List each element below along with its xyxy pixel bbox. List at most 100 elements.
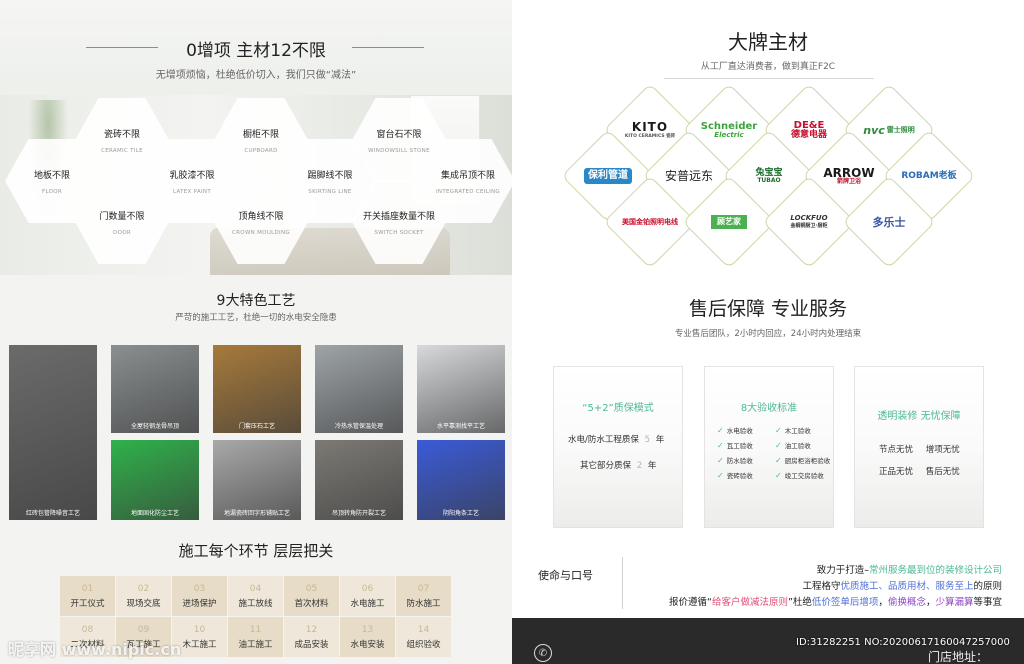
step-item: 04 施工放线: [228, 576, 283, 616]
panel-brands: 大牌主材 从工厂直达消费者，做到真正F2C KITO KITO CERAMICS…: [512, 0, 1024, 275]
mission-text: ，: [878, 597, 888, 608]
step-item: 07 防水施工: [396, 576, 451, 616]
check-icon: ✓: [775, 426, 782, 435]
warranty-unit: 年: [647, 461, 657, 471]
craft-caption: 全屋轻钢龙骨吊顶: [130, 423, 179, 430]
mission-line-3: 报价遵循“给客户做减法原则”杜绝低价签单后增项，偷换概念，少算漏算等事宜: [669, 594, 1002, 608]
craft-caption: 地漏瓷砖回字形铺贴工艺: [223, 510, 290, 517]
panel-subtitle: 专业售后团队，2小时内回应，24小时内处理结束: [674, 329, 862, 339]
mission-highlight: 给客户做减法原则: [711, 597, 788, 608]
watermark-id: ID:31282251 NO:20200617160047257000: [796, 637, 1010, 648]
acceptance-label: 瓷砖验收: [726, 472, 753, 480]
guarantee-item: 售后无忧: [925, 467, 960, 477]
brand-logo-baoli: 保利管道: [563, 161, 653, 191]
warranty-unit: 年: [655, 435, 665, 445]
brand-logo-nvc: nvc 雷士照明: [844, 115, 934, 145]
hex-label: 橱柜不限: [242, 129, 279, 140]
brand-sub: 金榈铜厨卫·厨柜: [790, 223, 828, 229]
brand-logo-anpu: 安普远东: [644, 161, 734, 191]
craft-photo: 吊顶转角防开裂工艺: [315, 440, 403, 520]
mission-text: 等事宜: [973, 597, 1002, 608]
card-title: 8大验收标准: [740, 403, 798, 414]
hex-en-label: FLOOR: [41, 188, 62, 195]
brand-name: 多乐士: [872, 215, 906, 229]
brand-name: 美国金铂照明电线: [622, 217, 678, 226]
panel-title: 售后保障 专业服务: [688, 298, 848, 320]
hex-label: 地板不限: [33, 170, 70, 181]
hex-label: 踢脚线不限: [307, 170, 353, 181]
acceptance-item: ✓ 木工验收: [775, 425, 811, 435]
check-icon: ✓: [775, 471, 782, 480]
acceptance-label: 水电验收: [726, 427, 753, 435]
check-icon: ✓: [775, 456, 782, 465]
acceptance-label: 厨房柜浴柜验收: [784, 457, 831, 465]
hex-label: 集成吊顶不限: [440, 170, 495, 181]
mission-text: ”杜绝: [787, 597, 812, 608]
step-number: 01: [81, 583, 94, 594]
craft-caption: 水平靠测找平工艺: [436, 423, 485, 430]
step-label: 成品安装: [294, 639, 329, 650]
brand-logo-dee: DE&E 德意电器: [764, 115, 854, 145]
mission-text: 工程格守: [802, 581, 841, 592]
step-label: 进场保护: [182, 598, 217, 609]
brand-sub: Electric: [714, 130, 744, 139]
brand-name: LOCKFUO: [790, 214, 828, 222]
acceptance-item: ✓ 厨房柜浴柜验收: [775, 455, 830, 465]
brand-name: Schneider: [700, 120, 758, 132]
warranty-label: 其它部分质保: [580, 461, 632, 471]
brand-name: 安普远东: [664, 169, 713, 183]
panel-title: 0增项 主材12不限: [186, 41, 326, 61]
mission-highlight: 少算漏算: [935, 597, 974, 608]
step-number: 06: [361, 583, 374, 594]
guarantee-row: 正品无忧 售后无忧: [879, 465, 960, 477]
panel-zero-extras: 0增项 主材12不限 无增项烦恼，杜绝低价切入，我们只做“减法” 地板不限 FL…: [0, 0, 512, 275]
mission-text: 报价遵循“: [669, 597, 712, 608]
mission-highlight: 常州服务最到位的装修设计公司: [868, 565, 1002, 576]
warranty-row-1: 水电/防水工程质保 5 年: [568, 433, 664, 445]
craft-photo: 地面固化防尘工艺: [111, 440, 199, 520]
step-item: 05 首次材料: [284, 576, 339, 616]
brand-logo-tubao: 兔宝宝 TUBAO: [724, 161, 814, 191]
subtitle-rule: [664, 78, 874, 79]
mission-highlight: 优质施工、品质用材、服务至上: [840, 581, 974, 592]
step-label: 首次材料: [294, 598, 329, 609]
acceptance-item: ✓ 防水验收: [717, 455, 753, 465]
craft-photo: 阴阳角条工艺: [417, 440, 505, 520]
acceptance-item: ✓ 竣工交房验收: [775, 470, 824, 480]
step-number: 10: [193, 624, 206, 635]
hex-label: 顶角线不限: [238, 211, 284, 222]
step-number: 13: [361, 624, 374, 635]
guarantee-item: 节点无忧: [879, 445, 914, 455]
step-label: 水电施工: [350, 598, 385, 609]
hex-en-label: CROWN MOULDING: [232, 229, 290, 236]
craft-caption: 地面固化防尘工艺: [130, 510, 179, 517]
brand-sub: 德意电器: [790, 129, 827, 140]
warranty-label: 水电/防水工程质保: [568, 435, 639, 445]
step-label: 木工施工: [182, 639, 217, 650]
brand-logo-dulux: 多乐士: [844, 207, 934, 237]
step-number: 04: [249, 583, 262, 594]
panel-nine-crafts: 9大特色工艺 严苛的施工工艺，杜绝一切的水电安全隐患 红砖包管降噪音工艺 全屋轻钢…: [0, 275, 512, 527]
step-label: 防水施工: [406, 598, 441, 609]
hex-label: 乳胶漆不限: [169, 170, 215, 181]
hex-label: 窗台石不限: [376, 129, 422, 140]
hex-label: 开关插座数量不限: [362, 211, 435, 222]
step-label: 现场交底: [126, 598, 161, 609]
brand-sub: KITO CERAMICS 瓷砖: [624, 133, 676, 139]
craft-photo: 门套压石工艺: [213, 345, 301, 433]
brand-logo-lockfuo: LOCKFUO 金榈铜厨卫·厨柜: [764, 207, 854, 237]
step-item: 01 开工仪式: [60, 576, 115, 616]
panel-title: 施工每个环节 层层把关: [178, 542, 334, 560]
step-label: 开工仪式: [70, 598, 105, 609]
craft-photo: 地漏瓷砖回字形铺贴工艺: [213, 440, 301, 520]
craft-caption: 阴阳角条工艺: [442, 510, 479, 517]
brand-name: nvc: [863, 123, 885, 137]
mission-divider: [622, 557, 623, 609]
step-number: 11: [249, 624, 262, 635]
step-label: 组织验收: [406, 639, 441, 650]
mission-line-1: 致力于打造–常州服务最到位的装修设计公司: [817, 562, 1002, 576]
panel-title: 大牌主材: [728, 30, 808, 54]
mission-text: 致力于打造–: [816, 565, 869, 576]
card-acceptance: 8大验收标准 ✓ 水电验收 ✓ 木工验收 ✓ 瓦工验收 ✓ 油工验收 ✓ 防水验收 ✓ 厨房柜浴柜验收…: [704, 366, 834, 528]
check-icon: ✓: [717, 456, 724, 465]
